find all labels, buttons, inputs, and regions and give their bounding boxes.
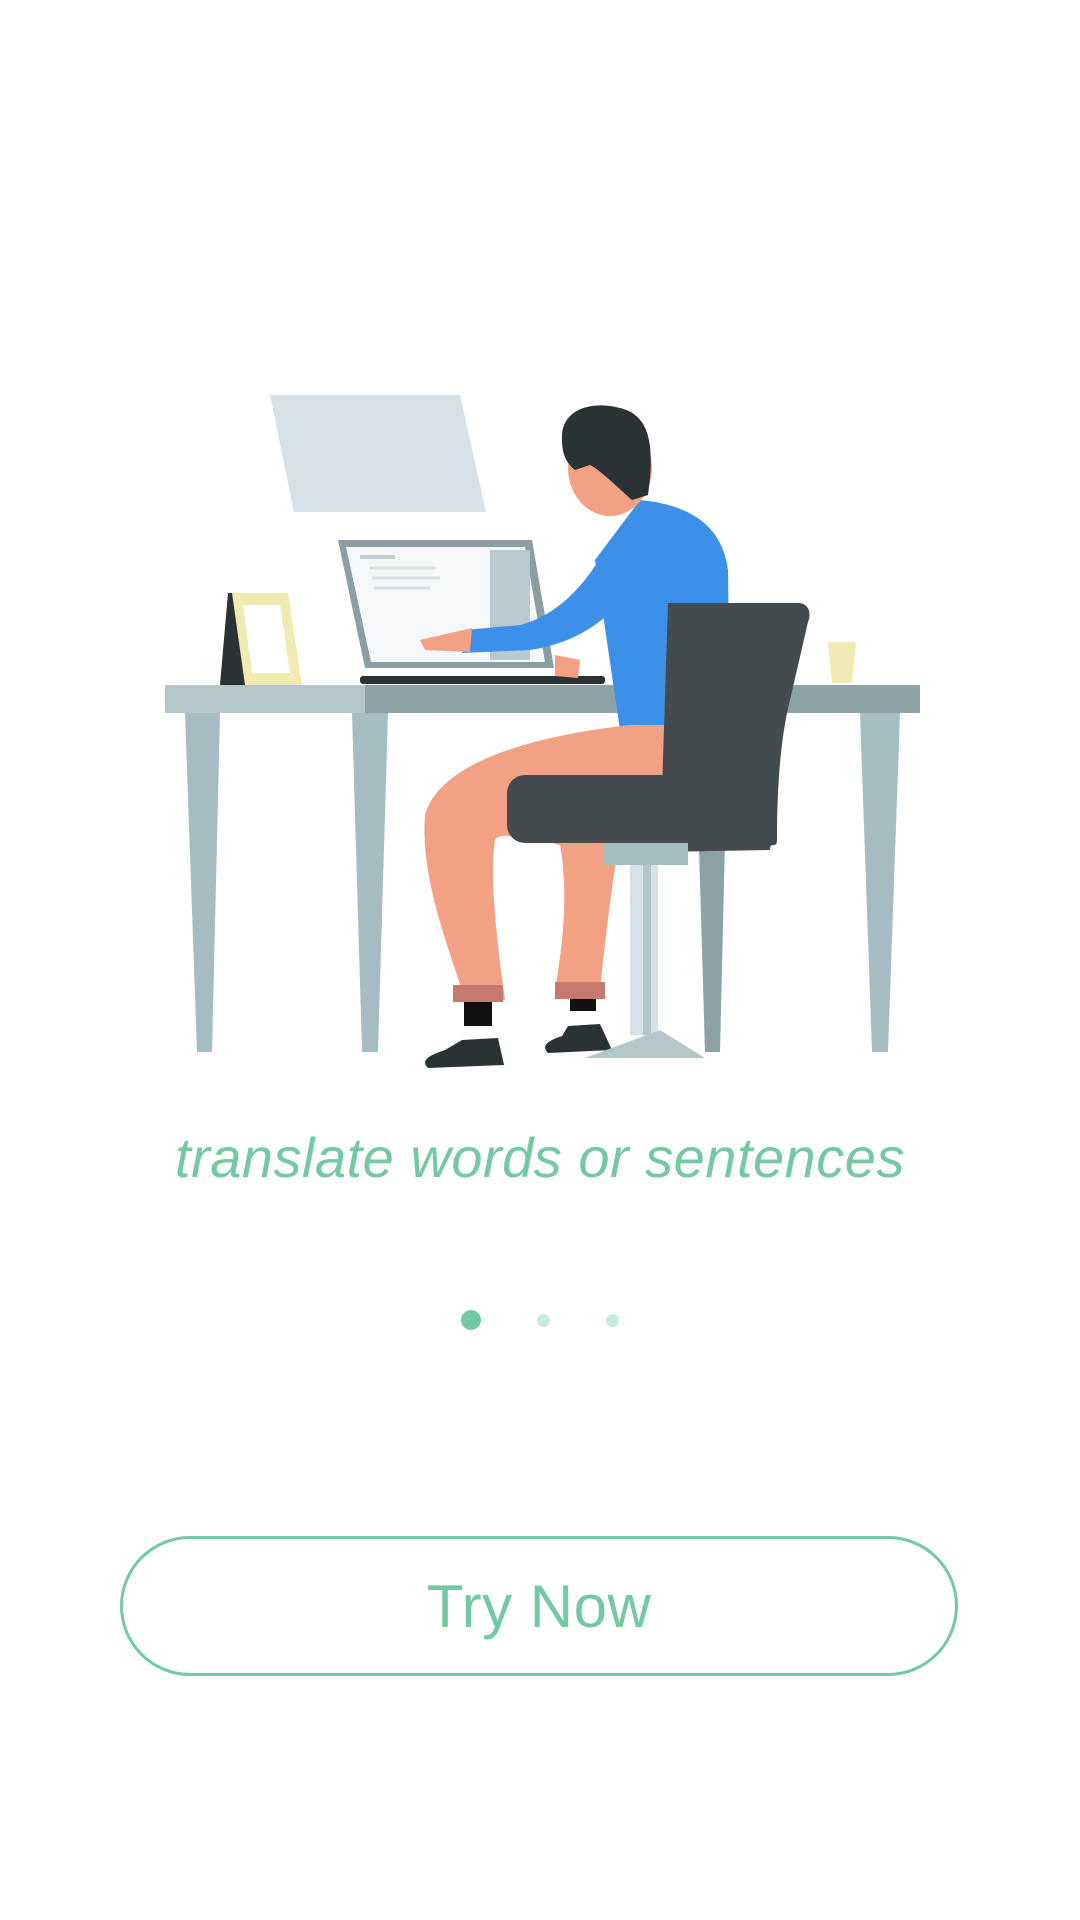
monitor-shape <box>270 395 486 512</box>
page-indicator-dot-active[interactable] <box>461 1310 481 1330</box>
page-indicator <box>0 1308 1080 1332</box>
laptop-base <box>360 676 605 684</box>
person-at-desk-illustration <box>165 395 920 1068</box>
person-shoes <box>425 1038 504 1068</box>
cup <box>828 642 856 683</box>
page-indicator-dot[interactable] <box>606 1313 619 1327</box>
try-now-button[interactable]: Try Now <box>120 1536 958 1676</box>
page-indicator-dot[interactable] <box>537 1313 550 1327</box>
onboarding-screen: translate words or sentences Try Now <box>0 0 1080 1920</box>
onboarding-tagline: translate words or sentences <box>175 1126 905 1189</box>
try-now-button-label: Try Now <box>426 1572 652 1640</box>
